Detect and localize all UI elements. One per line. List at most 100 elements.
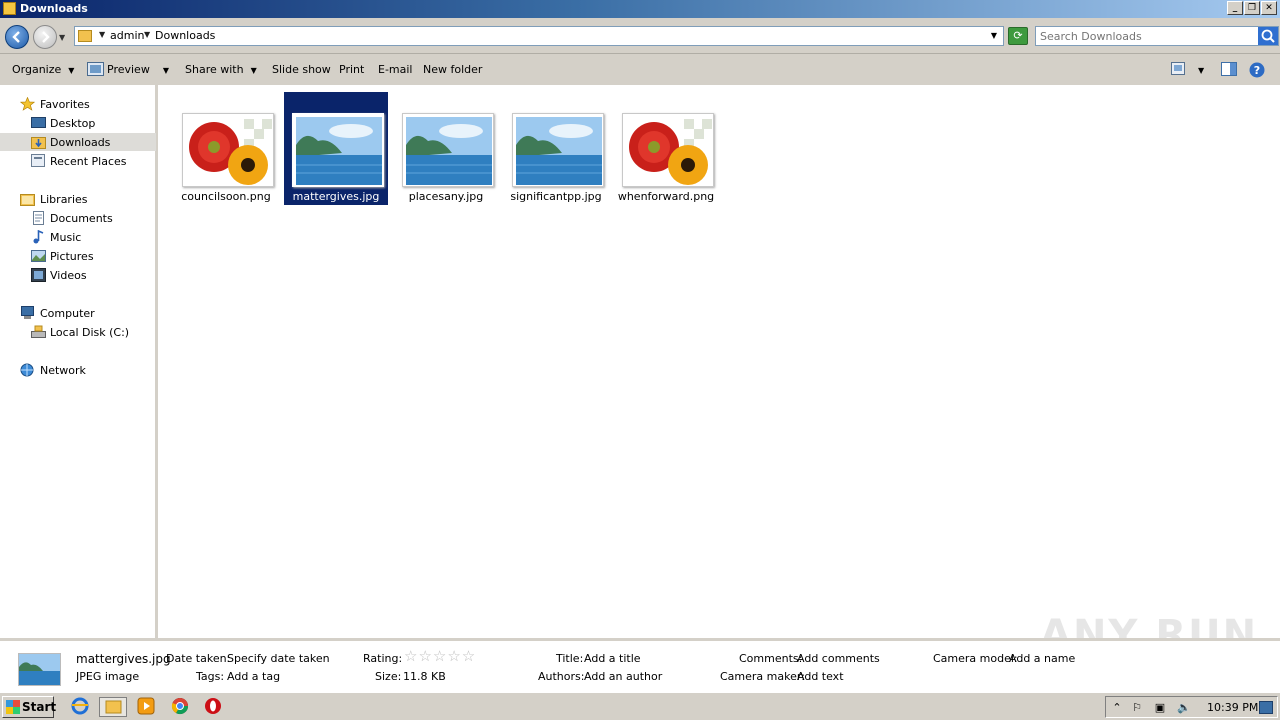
- nav-computer[interactable]: Computer: [0, 304, 156, 322]
- volume-icon[interactable]: 🔈: [1177, 701, 1191, 714]
- nav-music-label: Music: [50, 231, 82, 244]
- explorer-taskbar-icon[interactable]: [99, 697, 127, 717]
- nav-desktop[interactable]: Desktop: [0, 114, 156, 132]
- start-label: Start: [22, 700, 57, 714]
- camera-model-value[interactable]: Add a name: [1009, 652, 1075, 665]
- address-row: ▼ ▼ admin ▼ Downloads ▼ ⟳: [0, 18, 1280, 54]
- file-tile[interactable]: placesany.jpg: [394, 92, 498, 205]
- opera-icon[interactable]: [203, 697, 225, 717]
- breadcrumb-chevron-icon[interactable]: ▼: [144, 30, 150, 39]
- nav-local-disk-label: Local Disk (C:): [50, 326, 130, 339]
- computer-icon: [21, 306, 34, 319]
- clock[interactable]: 10:39 PM: [1207, 701, 1258, 714]
- nav-pictures[interactable]: Pictures: [0, 247, 156, 265]
- search-box: [1035, 26, 1279, 46]
- comments-value[interactable]: Add comments: [797, 652, 880, 665]
- pictures-icon: [31, 250, 46, 262]
- nav-local-disk[interactable]: Local Disk (C:): [0, 323, 156, 341]
- search-input[interactable]: [1040, 29, 1250, 43]
- taskbar: Start ⌃ ⚐ ▣ 🔈 10:39 PM: [0, 692, 1280, 720]
- file-name: significantpp.jpg: [510, 190, 602, 203]
- search-icon: [1261, 29, 1275, 43]
- breadcrumb-downloads[interactable]: Downloads: [155, 29, 215, 42]
- minimize-button[interactable]: _: [1227, 1, 1243, 15]
- nav-pictures-label: Pictures: [50, 250, 94, 263]
- chevron-down-icon: ▼: [1198, 66, 1205, 75]
- nav-downloads[interactable]: Downloads: [0, 133, 156, 151]
- media-player-icon[interactable]: [136, 697, 158, 717]
- breadcrumb-admin[interactable]: admin: [110, 29, 144, 42]
- restore-button[interactable]: ❐: [1244, 1, 1260, 15]
- view-options-dropdown[interactable]: ▼: [1198, 63, 1204, 76]
- nav-network-label: Network: [40, 364, 86, 377]
- organize-button[interactable]: Organize ▼: [12, 63, 74, 76]
- nav-recent-places[interactable]: Recent Places: [0, 152, 156, 170]
- file-tile[interactable]: mattergives.jpg: [284, 92, 388, 205]
- rating-stars[interactable]: ☆☆☆☆☆: [404, 647, 476, 665]
- change-view-icon[interactable]: [1171, 62, 1185, 75]
- help-icon[interactable]: ?: [1249, 62, 1265, 78]
- preview-button[interactable]: Preview ▼: [107, 63, 169, 76]
- start-button[interactable]: Start: [2, 696, 57, 718]
- file-tile[interactable]: significantpp.jpg: [504, 92, 608, 205]
- preview-pane-icon[interactable]: [1221, 62, 1237, 76]
- new-folder-button[interactable]: New folder: [423, 63, 482, 76]
- thumbnail: [292, 113, 384, 187]
- search-button[interactable]: [1258, 27, 1278, 45]
- share-with-label: Share with: [185, 63, 244, 76]
- thumbnail: [402, 113, 494, 187]
- title-value[interactable]: Add a title: [584, 652, 641, 665]
- back-button[interactable]: [5, 25, 29, 49]
- slide-show-button[interactable]: Slide show: [272, 63, 331, 76]
- nav-music[interactable]: Music: [0, 228, 156, 246]
- show-hidden-icons-icon[interactable]: ⌃: [1110, 701, 1124, 714]
- authors-value[interactable]: Add an author: [584, 670, 662, 683]
- file-tile[interactable]: councilsoon.png: [174, 92, 278, 205]
- system-tray: ⌃ ⚐ ▣ 🔈 10:39 PM: [1105, 696, 1278, 718]
- show-desktop-icon[interactable]: [1259, 701, 1273, 714]
- nav-network[interactable]: Network: [0, 361, 156, 379]
- thumbnail: [512, 113, 604, 187]
- comments-label: Comments:: [739, 652, 803, 665]
- svg-text:?: ?: [1254, 64, 1260, 77]
- file-name: whenforward.png: [617, 190, 715, 203]
- landscape-icon: [296, 117, 382, 185]
- nav-favorites[interactable]: Favorites: [0, 95, 156, 113]
- documents-icon: [33, 211, 44, 225]
- nav-videos[interactable]: Videos: [0, 266, 156, 284]
- address-bar[interactable]: ▼ admin ▼ Downloads ▼: [74, 26, 1004, 46]
- file-tile[interactable]: whenforward.png: [614, 92, 718, 205]
- email-button[interactable]: E-mail: [378, 63, 413, 76]
- forward-button[interactable]: [33, 25, 57, 49]
- date-taken-value[interactable]: Specify date taken: [227, 652, 330, 665]
- address-dropdown-icon[interactable]: ▼: [991, 31, 997, 40]
- tags-value[interactable]: Add a tag: [227, 670, 280, 683]
- share-with-button[interactable]: Share with ▼: [185, 63, 257, 76]
- internet-explorer-icon[interactable]: [70, 697, 92, 717]
- action-center-flag-icon[interactable]: ⚐: [1130, 701, 1144, 714]
- print-button[interactable]: Print: [339, 63, 364, 76]
- landscape-icon: [406, 117, 492, 185]
- nav-documents[interactable]: Documents: [0, 209, 156, 227]
- forward-arrow-icon: [42, 31, 50, 43]
- refresh-button[interactable]: ⟳: [1008, 27, 1028, 45]
- close-button[interactable]: ✕: [1261, 1, 1277, 15]
- details-pane: mattergives.jpg JPEG image Date taken: S…: [0, 638, 1280, 692]
- chrome-icon[interactable]: [170, 697, 192, 717]
- file-name: placesany.jpg: [408, 190, 484, 203]
- downloads-folder-icon: [31, 137, 46, 149]
- preview-label: Preview: [107, 63, 150, 76]
- nav-libraries[interactable]: Libraries: [0, 190, 156, 208]
- network-tray-icon[interactable]: ▣: [1153, 701, 1167, 714]
- command-bar: Organize ▼ Preview ▼ Share with ▼ Slide sho…: [0, 54, 1280, 85]
- flowers-icon: [626, 117, 712, 185]
- camera-maker-value[interactable]: Add text: [797, 670, 844, 683]
- chevron-down-icon: ▼: [68, 66, 75, 75]
- videos-icon: [31, 268, 46, 282]
- nav-recent-places-label: Recent Places: [50, 155, 127, 168]
- thumbnail: [622, 113, 714, 187]
- nav-videos-label: Videos: [50, 269, 87, 282]
- organize-label: Organize: [12, 63, 62, 76]
- breadcrumb-chevron-icon[interactable]: ▼: [99, 30, 105, 39]
- recent-pages-dropdown[interactable]: ▼: [59, 33, 65, 42]
